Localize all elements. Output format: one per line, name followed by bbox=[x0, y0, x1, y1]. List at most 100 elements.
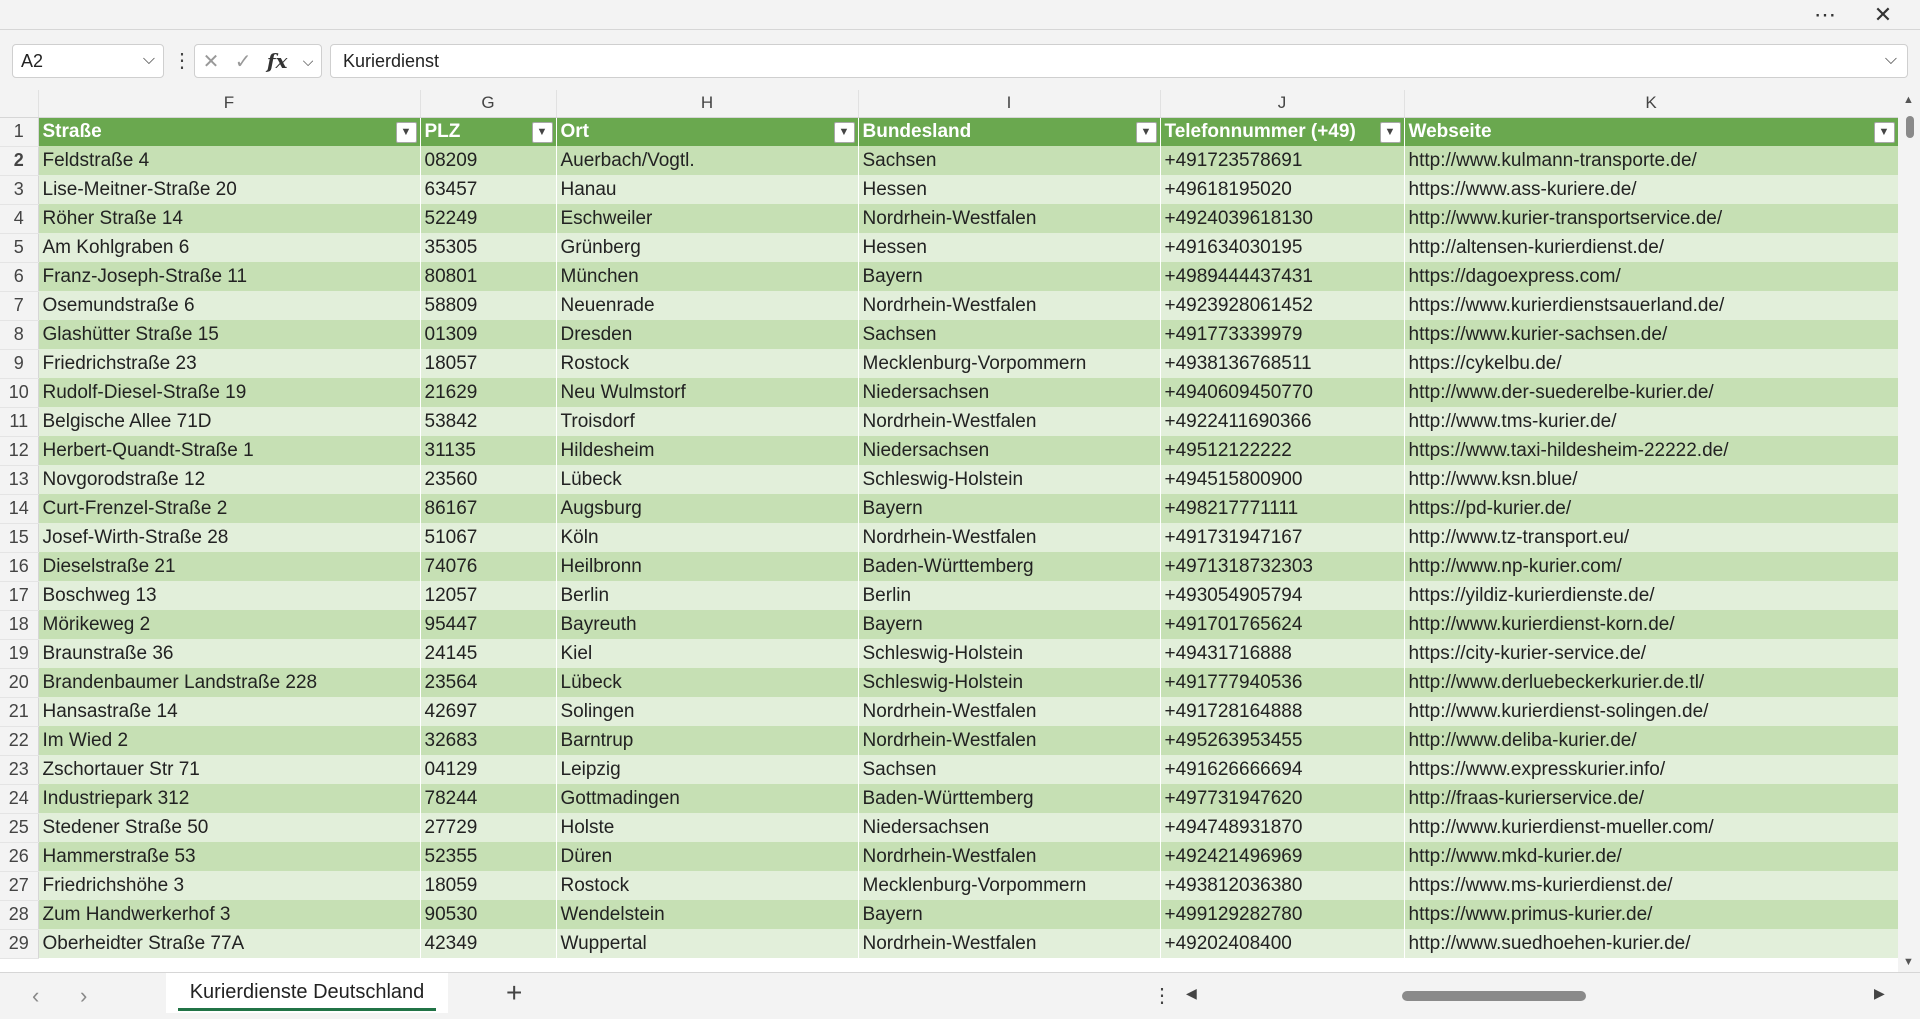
table-cell[interactable]: Curt-Frenzel-Straße 2 bbox=[38, 494, 421, 523]
table-cell[interactable]: 52249 bbox=[420, 204, 557, 233]
table-cell[interactable]: +4989444437431 bbox=[1160, 262, 1405, 291]
row-number[interactable]: 10 bbox=[0, 378, 39, 408]
filter-dropdown-icon[interactable]: ▼ bbox=[1379, 121, 1401, 143]
table-cell[interactable]: Bayern bbox=[858, 610, 1161, 639]
table-cell[interactable]: Schleswig-Holstein bbox=[858, 639, 1161, 668]
table-cell[interactable]: Friedrichstraße 23 bbox=[38, 349, 421, 378]
table-cell[interactable]: Hammerstraße 53 bbox=[38, 842, 421, 871]
column-header-g[interactable]: G bbox=[420, 90, 557, 118]
table-cell[interactable]: +499129282780 bbox=[1160, 900, 1405, 929]
table-cell[interactable]: Sachsen bbox=[858, 320, 1161, 349]
more-options-icon[interactable]: ⋯ bbox=[1802, 0, 1848, 30]
table-cell[interactable]: +49512122222 bbox=[1160, 436, 1405, 465]
table-cell[interactable]: Glashütter Straße 15 bbox=[38, 320, 421, 349]
row-number[interactable]: 22 bbox=[0, 726, 39, 756]
table-cell[interactable]: 74076 bbox=[420, 552, 557, 581]
close-icon[interactable]: ✕ bbox=[1860, 0, 1906, 30]
table-cell[interactable]: Friedrichshöhe 3 bbox=[38, 871, 421, 900]
table-cell[interactable]: Troisdorf bbox=[556, 407, 859, 436]
table-cell[interactable]: http://www.der-suederelbe-kurier.de/ bbox=[1404, 378, 1899, 407]
select-all-corner[interactable] bbox=[0, 90, 39, 118]
table-cell[interactable]: Hildesheim bbox=[556, 436, 859, 465]
sheet-tab-kurierdienste[interactable]: Kurierdienste Deutschland bbox=[166, 973, 448, 1013]
table-cell[interactable]: 31135 bbox=[420, 436, 557, 465]
vertical-dots-icon[interactable]: ⋮ bbox=[172, 48, 192, 73]
table-cell[interactable]: https://dagoexpress.com/ bbox=[1404, 262, 1899, 291]
table-cell[interactable]: Industriepark 312 bbox=[38, 784, 421, 813]
prev-sheet-icon[interactable]: ‹ bbox=[32, 983, 39, 1009]
table-cell[interactable]: 35305 bbox=[420, 233, 557, 262]
table-cell[interactable]: Sachsen bbox=[858, 146, 1161, 175]
table-cell[interactable]: Augsburg bbox=[556, 494, 859, 523]
table-cell[interactable]: Schleswig-Holstein bbox=[858, 668, 1161, 697]
row-number[interactable]: 16 bbox=[0, 552, 39, 582]
table-cell[interactable]: Hessen bbox=[858, 175, 1161, 204]
cancel-icon[interactable]: ✕ bbox=[203, 49, 220, 74]
row-number[interactable]: 29 bbox=[0, 929, 39, 959]
table-cell[interactable]: 23560 bbox=[420, 465, 557, 494]
table-cell[interactable]: Novgorodstraße 12 bbox=[38, 465, 421, 494]
table-cell[interactable]: https://www.taxi-hildesheim-22222.de/ bbox=[1404, 436, 1899, 465]
table-cell[interactable]: +491701765624 bbox=[1160, 610, 1405, 639]
vertical-dots-icon[interactable]: ⋮ bbox=[1152, 983, 1172, 1008]
table-cell[interactable]: https://www.kurier-sachsen.de/ bbox=[1404, 320, 1899, 349]
table-cell[interactable]: 12057 bbox=[420, 581, 557, 610]
table-cell[interactable]: http://www.deliba-kurier.de/ bbox=[1404, 726, 1899, 755]
row-number[interactable]: 9 bbox=[0, 349, 39, 379]
table-cell[interactable]: 63457 bbox=[420, 175, 557, 204]
table-cell[interactable]: Lise-Meitner-Straße 20 bbox=[38, 175, 421, 204]
table-cell[interactable]: Am Kohlgraben 6 bbox=[38, 233, 421, 262]
table-cell[interactable]: Schleswig-Holstein bbox=[858, 465, 1161, 494]
table-cell[interactable]: Mörikeweg 2 bbox=[38, 610, 421, 639]
table-cell[interactable]: Boschweg 13 bbox=[38, 581, 421, 610]
insert-function-icon[interactable]: fx bbox=[267, 49, 288, 73]
add-sheet-icon[interactable]: + bbox=[506, 977, 522, 1009]
table-cell[interactable]: http://www.kurier-transportservice.de/ bbox=[1404, 204, 1899, 233]
table-cell[interactable]: Sachsen bbox=[858, 755, 1161, 784]
table-cell[interactable]: http://www.mkd-kurier.de/ bbox=[1404, 842, 1899, 871]
table-cell[interactable]: Niedersachsen bbox=[858, 436, 1161, 465]
table-cell[interactable]: Hansastraße 14 bbox=[38, 697, 421, 726]
table-cell[interactable]: Kiel bbox=[556, 639, 859, 668]
row-number[interactable]: 27 bbox=[0, 871, 39, 901]
table-cell[interactable]: 01309 bbox=[420, 320, 557, 349]
table-cell[interactable]: Berlin bbox=[556, 581, 859, 610]
table-cell[interactable]: Hanau bbox=[556, 175, 859, 204]
scroll-left-icon[interactable]: ◀ bbox=[1186, 985, 1197, 1002]
table-cell[interactable]: http://www.ksn.blue/ bbox=[1404, 465, 1899, 494]
table-cell[interactable]: +493812036380 bbox=[1160, 871, 1405, 900]
table-cell[interactable]: Düren bbox=[556, 842, 859, 871]
row-number[interactable]: 13 bbox=[0, 465, 39, 495]
table-cell[interactable]: 42349 bbox=[420, 929, 557, 958]
table-cell[interactable]: Baden-Württemberg bbox=[858, 552, 1161, 581]
table-cell[interactable]: +4971318732303 bbox=[1160, 552, 1405, 581]
row-number[interactable]: 5 bbox=[0, 233, 39, 263]
table-cell[interactable]: Grünberg bbox=[556, 233, 859, 262]
row-number[interactable]: 23 bbox=[0, 755, 39, 785]
table-cell[interactable]: +495263953455 bbox=[1160, 726, 1405, 755]
row-number[interactable]: 7 bbox=[0, 291, 39, 321]
column-header-h[interactable]: H bbox=[556, 90, 859, 118]
table-cell[interactable]: https://www.ms-kurierdienst.de/ bbox=[1404, 871, 1899, 900]
table-cell[interactable]: Nordrhein-Westfalen bbox=[858, 697, 1161, 726]
table-cell[interactable]: http://www.kurierdienst-mueller.com/ bbox=[1404, 813, 1899, 842]
table-cell[interactable]: https://www.primus-kurier.de/ bbox=[1404, 900, 1899, 929]
table-cell[interactable]: 04129 bbox=[420, 755, 557, 784]
table-cell[interactable]: 32683 bbox=[420, 726, 557, 755]
table-cell[interactable]: http://www.kulmann-transporte.de/ bbox=[1404, 146, 1899, 175]
column-header-i[interactable]: I bbox=[858, 90, 1161, 118]
table-cell[interactable]: 21629 bbox=[420, 378, 557, 407]
table-cell[interactable]: +491773339979 bbox=[1160, 320, 1405, 349]
table-cell[interactable]: Mecklenburg-Vorpommern bbox=[858, 871, 1161, 900]
expand-formula-icon[interactable]: ⌵ bbox=[1885, 51, 1897, 69]
row-number[interactable]: 26 bbox=[0, 842, 39, 872]
filter-dropdown-icon[interactable]: ▼ bbox=[1135, 121, 1157, 143]
header-cell[interactable]: Telefonnummer (+49) ▼ bbox=[1160, 117, 1405, 146]
table-cell[interactable]: http://www.kurierdienst-korn.de/ bbox=[1404, 610, 1899, 639]
row-number[interactable]: 4 bbox=[0, 204, 39, 234]
row-number[interactable]: 11 bbox=[0, 407, 39, 437]
row-number[interactable]: 12 bbox=[0, 436, 39, 466]
table-cell[interactable]: +49431716888 bbox=[1160, 639, 1405, 668]
table-cell[interactable]: Lübeck bbox=[556, 465, 859, 494]
table-cell[interactable]: Rostock bbox=[556, 349, 859, 378]
